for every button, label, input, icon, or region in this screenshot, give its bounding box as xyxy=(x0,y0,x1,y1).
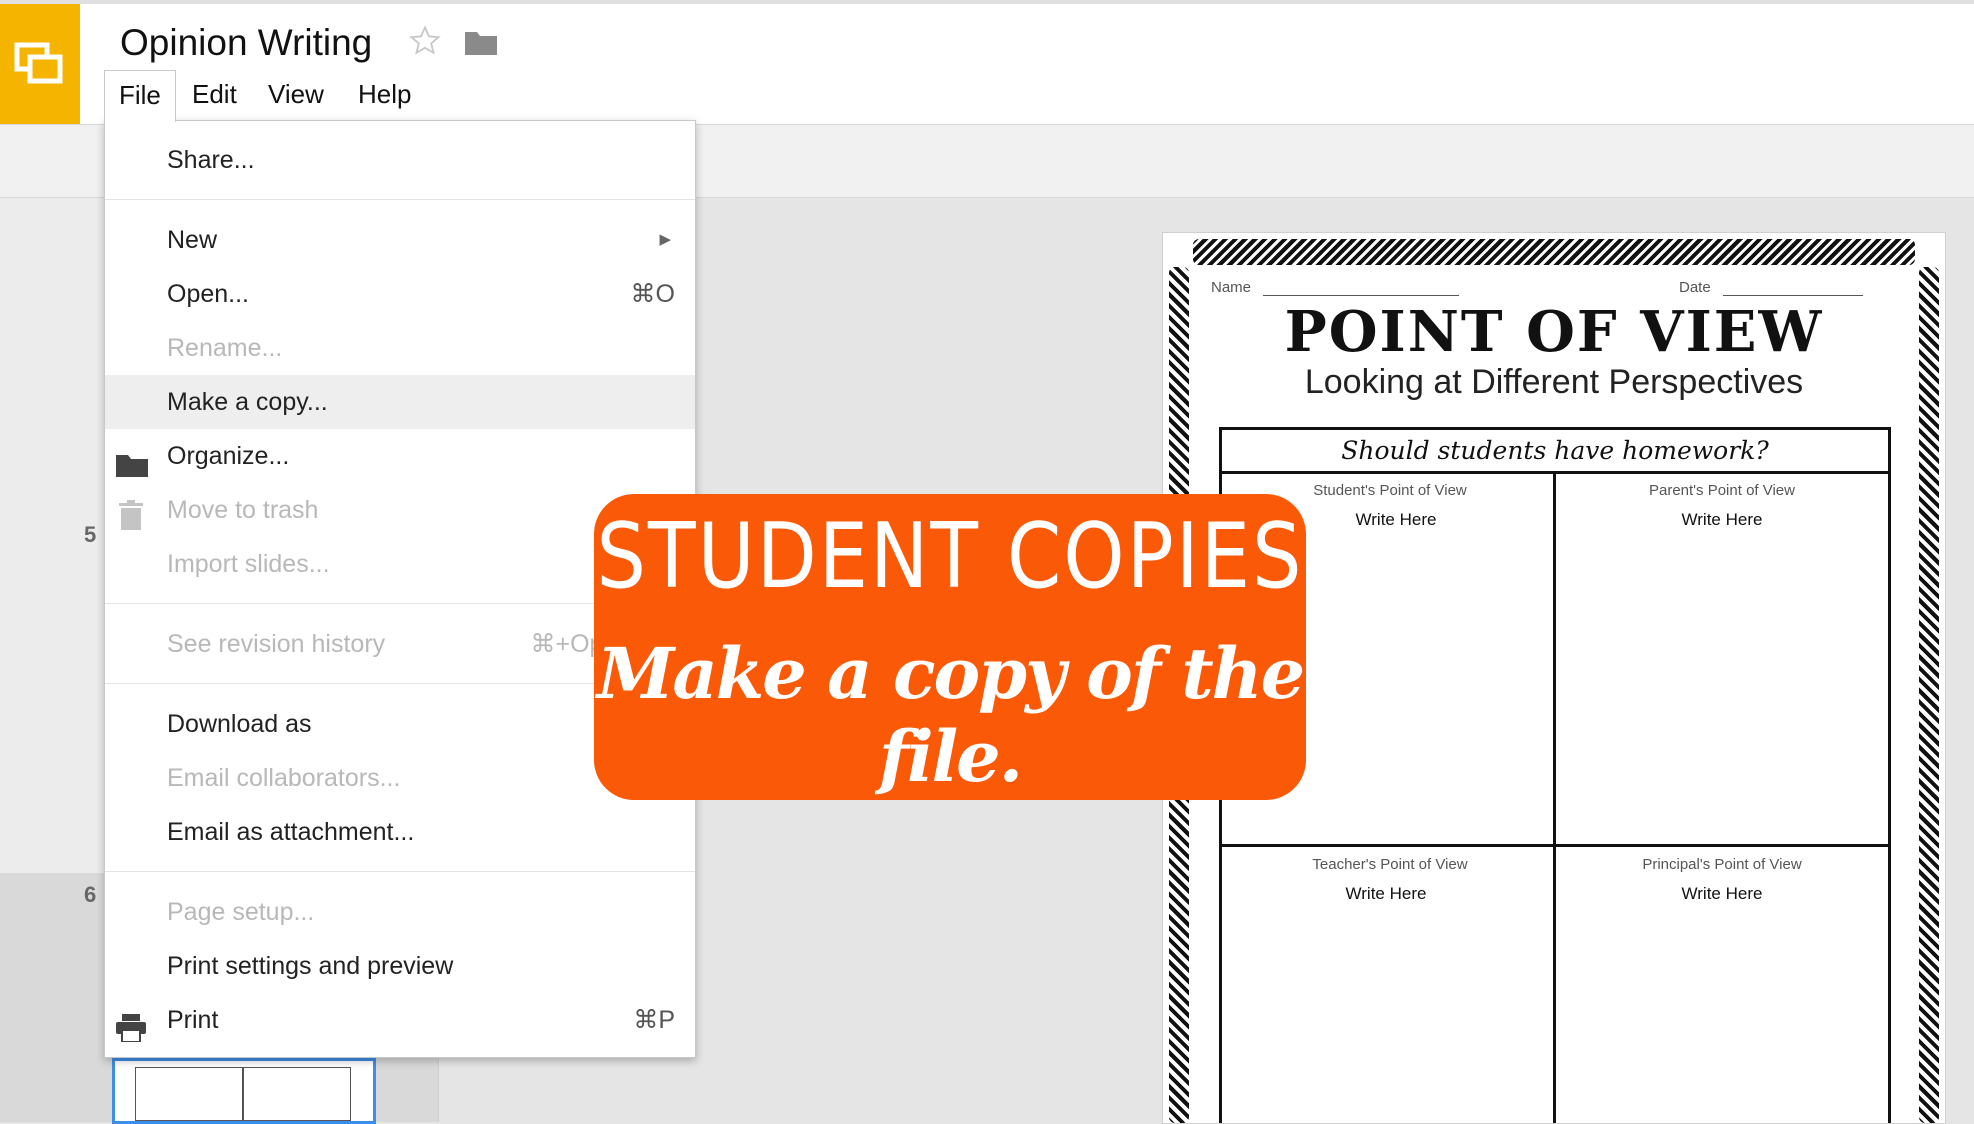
name-line xyxy=(1263,295,1459,296)
menu-item-print[interactable]: Print ⌘P xyxy=(105,993,695,1047)
pov-cell-write: Write Here xyxy=(1681,884,1763,903)
pov-cell-write: Write Here xyxy=(1345,884,1427,903)
menu-view[interactable]: View xyxy=(254,70,338,120)
menu-item-rename[interactable]: Rename... xyxy=(105,321,695,375)
submenu-arrow-icon: ▶ xyxy=(659,231,671,248)
menu-file[interactable]: File xyxy=(104,70,176,122)
printer-icon xyxy=(115,1007,147,1061)
folder-icon[interactable] xyxy=(464,28,498,61)
slides-logo-icon xyxy=(14,42,63,84)
worksheet-question: Should students have homework? xyxy=(1222,430,1888,474)
worksheet-name-label: Name xyxy=(1211,279,1252,296)
app-header: Opinion Writing File Edit View Help xyxy=(0,0,1974,125)
student-copies-banner: STUDENT COPIES Make a copy of the file. xyxy=(594,494,1306,800)
point-of-view-grid: Should students have homework? Student's… xyxy=(1219,427,1891,1123)
menu-help[interactable]: Help xyxy=(344,70,425,120)
pov-cell-label: Principal's Point of View xyxy=(1642,856,1802,873)
slides-logo[interactable] xyxy=(0,4,80,124)
menu-item-organize[interactable]: Organize... xyxy=(105,429,695,483)
menu-item-page-setup[interactable]: Page setup... xyxy=(105,885,695,939)
worksheet-date-label: Date xyxy=(1679,279,1711,296)
pov-cell-write: Write Here xyxy=(1681,510,1763,529)
slide-number-5: 5 xyxy=(84,522,97,547)
menu-item-new[interactable]: New ▶ xyxy=(105,213,695,267)
worksheet-subtitle: Looking at Different Perspectives xyxy=(1304,363,1804,401)
slide-thumbnail-6[interactable] xyxy=(112,1058,376,1124)
slide-number-6: 6 xyxy=(84,882,97,907)
grid-divider-horizontal xyxy=(1222,844,1888,847)
menu-item-open[interactable]: Open... ⌘O xyxy=(105,267,695,321)
thumbnail-cell xyxy=(243,1067,351,1121)
top-strip xyxy=(0,0,1974,4)
menu-item-email-attachment[interactable]: Email as attachment... xyxy=(105,805,695,859)
menu-item-share[interactable]: Share... xyxy=(105,133,695,187)
banner-script-text: Make a copy of the file. xyxy=(596,632,1305,798)
banner-heading: STUDENT COPIES xyxy=(596,505,1304,609)
thumbnail-cell xyxy=(135,1067,243,1121)
worksheet-title: POINT OF VIEW xyxy=(1284,299,1824,365)
date-line xyxy=(1723,295,1863,296)
menu-item-make-a-copy[interactable]: Make a copy... xyxy=(105,375,695,429)
pov-cell-label: Teacher's Point of View xyxy=(1312,856,1468,873)
doodle-border-top xyxy=(1193,239,1915,265)
pov-cell-label: Parent's Point of View xyxy=(1648,482,1795,499)
menu-item-print-settings[interactable]: Print settings and preview xyxy=(105,939,695,993)
star-icon[interactable] xyxy=(408,24,442,63)
menu-edit[interactable]: Edit xyxy=(178,70,251,120)
menu-separator xyxy=(105,199,695,200)
grid-divider-vertical xyxy=(1553,474,1556,1123)
menu-separator xyxy=(105,871,695,872)
document-title[interactable]: Opinion Writing xyxy=(120,22,372,64)
